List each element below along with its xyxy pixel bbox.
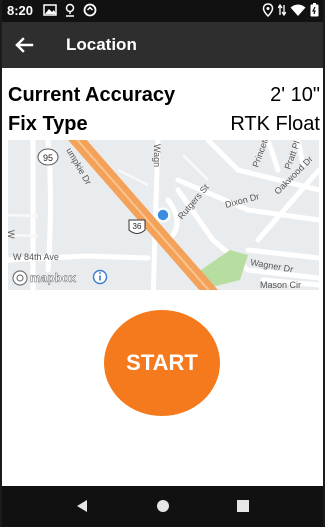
street-minor-1 <box>8 213 39 218</box>
home-circle-icon[interactable] <box>156 499 170 513</box>
fix-type-label: Fix Type <box>8 113 88 135</box>
location-badge-icon <box>63 3 77 17</box>
fix-type-row: Fix Type RTK Float <box>8 113 320 139</box>
recents-square-icon[interactable] <box>236 499 250 513</box>
wifi-icon <box>290 3 306 17</box>
svg-text:95: 95 <box>43 153 53 163</box>
accuracy-value: 2' 10" <box>270 84 320 106</box>
svg-text:36: 36 <box>133 222 142 231</box>
status-left-icons <box>43 3 97 17</box>
system-nav-bar <box>0 486 325 527</box>
device-screen: 8:20 Location Current Accuracy 2' 10" Fi… <box>0 0 325 527</box>
street-label-wagn: Wagn <box>152 144 162 167</box>
location-content: Current Accuracy 2' 10" Fix Type RTK Flo… <box>2 68 323 486</box>
sync-icon <box>83 3 97 17</box>
mapbox-logo-icon <box>12 270 28 286</box>
street-label-mason: Mason Cir <box>260 280 301 290</box>
fix-type-value: RTK Float <box>230 113 320 135</box>
app-bar: Location <box>0 22 325 68</box>
map-view[interactable]: 95 36 umpkie Dr Wagn Rutgers St Dixon Dr… <box>8 140 319 290</box>
back-triangle-icon[interactable] <box>74 498 90 514</box>
image-icon <box>43 3 57 17</box>
status-bar: 8:20 <box>0 0 325 22</box>
accuracy-row: Current Accuracy 2' 10" <box>8 84 320 110</box>
data-arrows-icon <box>278 3 286 17</box>
info-icon[interactable] <box>92 269 108 285</box>
mapbox-attribution[interactable]: mapbox <box>12 270 77 286</box>
status-right-icons <box>262 3 319 17</box>
location-dot <box>157 209 169 221</box>
route-95-shield: 95 <box>37 148 59 166</box>
street-label-84th: W 84th Ave <box>13 252 59 262</box>
location-pin-icon <box>262 3 274 17</box>
arrow-left-icon[interactable] <box>10 31 38 59</box>
start-button[interactable]: START <box>104 310 220 416</box>
route-36-shield: 36 <box>128 219 146 234</box>
street-label-w-clipped: W <box>8 230 16 239</box>
page-title: Location <box>66 35 137 54</box>
battery-icon <box>310 3 319 17</box>
frame-edge-left <box>0 0 2 527</box>
status-time: 8:20 <box>7 3 34 18</box>
mapbox-wordmark: mapbox <box>30 271 76 285</box>
accuracy-label: Current Accuracy <box>8 84 176 106</box>
